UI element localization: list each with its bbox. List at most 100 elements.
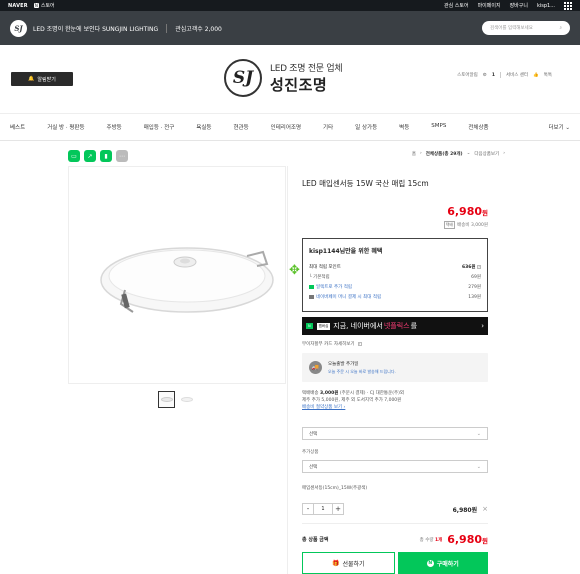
benefit-row[interactable]: 일렉트로 추가 적립 279원 xyxy=(309,284,481,290)
support-link[interactable]: 서비스 센터 xyxy=(506,72,528,78)
alarm-button[interactable]: 🔔 알림받기 xyxy=(11,72,73,86)
nav-item-interior[interactable]: 인테리어조명 xyxy=(271,123,301,131)
nav-item-all[interactable]: 전체상품 xyxy=(468,123,488,131)
total-label: 총 상품 금액 xyxy=(302,537,329,543)
help-icon: ? xyxy=(477,264,481,269)
card-icon xyxy=(309,284,314,289)
npay-icon: N xyxy=(426,559,434,567)
total-row: 총 상품 금액 총 수량 1개 6,980 원 xyxy=(302,533,488,546)
column-divider xyxy=(287,166,288,574)
benefit-box: kisp1144님만을 위한 혜택 최대 적립 포인트 636원 ? └ 기본적… xyxy=(302,238,488,312)
shipping-saving-link[interactable]: 배송비 절약상품 보기 › xyxy=(302,404,488,411)
nav-item-etc[interactable]: 기타 xyxy=(323,123,333,131)
more-icon[interactable]: ⋯ xyxy=(116,150,128,162)
grid-icon[interactable] xyxy=(564,1,572,10)
breadcrumb-next[interactable]: 다음상품보기 xyxy=(474,151,499,157)
nav-item-best[interactable]: 베스트 xyxy=(10,123,25,131)
bookmark-icon[interactable]: ▮ xyxy=(100,150,112,162)
store-link[interactable]: N 스토어 xyxy=(33,2,55,9)
thumbnail-2[interactable] xyxy=(178,391,195,408)
nav-item-wall[interactable]: 벽등 xyxy=(399,123,409,131)
nav-item-bath[interactable]: 욕실등 xyxy=(196,123,211,131)
gnb-link-favorite-store[interactable]: 관심 스토어 xyxy=(444,2,469,9)
additional-label: 추가상품 xyxy=(302,450,319,455)
total-amount: 6,980 xyxy=(447,533,483,546)
increase-button[interactable]: + xyxy=(332,503,344,515)
share-icon[interactable]: ↗ xyxy=(84,150,96,162)
product-title: LED 매입센서등 15W 국산 매립 15cm xyxy=(302,179,429,188)
benefit-row[interactable]: 네이버페이 머니 결제 시 최대 적립 139원 xyxy=(309,294,481,300)
product-price: 6,980원 xyxy=(447,205,488,218)
gnb-link-cart[interactable]: 장바구니 xyxy=(510,2,528,9)
chevron-down-icon: ⌄ xyxy=(476,463,481,470)
gnb-link-account[interactable]: kisp1... xyxy=(537,3,555,9)
thumbnail-1[interactable] xyxy=(158,391,175,408)
naver-badge: N xyxy=(306,323,313,329)
store-logo[interactable]: SJ xyxy=(10,19,27,37)
store-label: 스토어 xyxy=(40,3,55,9)
nav-more[interactable]: 더보기 ⌄ xyxy=(548,123,570,131)
downlight-image xyxy=(100,247,274,313)
search-input[interactable]: 검색어를 입력해보세요 ⌕ xyxy=(482,21,570,35)
category-nav: 베스트 거실 방 · 평판등 주방등 매입등 · 전구 욕실등 현관등 인테리어… xyxy=(0,113,580,141)
header-links: 스토어알림 ⚙ 1 서비스 센터 👍 톡톡 xyxy=(457,72,552,78)
membership-badge: 멤버십 xyxy=(316,322,331,330)
chevron-down-icon: ⌄ xyxy=(476,430,481,437)
gift-button[interactable]: 🎁 선물하기 xyxy=(302,552,395,574)
option-select[interactable]: 선택 ⌄ xyxy=(302,427,488,440)
product-image[interactable] xyxy=(68,166,286,384)
move-cursor-icon: ✥ xyxy=(289,263,300,278)
nav-item-smps[interactable]: SMPS xyxy=(431,123,446,131)
nav-item-entrance[interactable]: 현관등 xyxy=(233,123,248,131)
quantity-input[interactable]: 1 xyxy=(314,503,332,515)
chevron-right-icon: › xyxy=(481,322,484,330)
selected-option-name: 매입센서등(15cm)_15W(주광색) xyxy=(302,486,368,491)
talk-link[interactable]: 톡톡 xyxy=(544,72,552,78)
notice-count: 1 xyxy=(491,72,495,78)
store-bar: SJ LED 조명이 한눈에 보인다 SUNGJIN LIGHTING 관심고객… xyxy=(0,11,580,45)
thumb-icon: 👍 xyxy=(533,72,539,78)
quantity-row: - 1 + 6,980원 × xyxy=(302,502,488,516)
buy-button[interactable]: N 구매하기 xyxy=(397,552,488,574)
max-points-row: 최대 적립 포인트 636원 ? xyxy=(309,264,481,270)
price-value: 6,980 xyxy=(447,205,483,218)
naver-logo[interactable]: NAVER xyxy=(8,3,28,9)
breadcrumb-category[interactable]: 전체상품(총 29개) xyxy=(426,151,463,157)
fans-count: 관심고객수 2,000 xyxy=(175,25,222,33)
brand-logo[interactable]: SJ LED 조명 전문 업체 성진조명 xyxy=(224,59,343,97)
category-items: 베스트 거실 방 · 평판등 주방등 매입등 · 전구 욕실등 현관등 인테리어… xyxy=(10,123,489,131)
truck-icon: 🚚 xyxy=(309,361,322,374)
global-nav-bar: NAVER N 스토어 관심 스토어 마이페이지 장바구니 kisp1... xyxy=(0,0,580,11)
share-bar: ▭ ↗ ▮ ⋯ xyxy=(68,150,128,162)
gift-icon: 🎁 xyxy=(331,559,340,567)
delivery-info: 택배배송 3,000원 (주문시 결제) · CJ 대한통운(주)외 제주 추가… xyxy=(302,390,488,411)
notice-link[interactable]: 스토어알림 xyxy=(457,72,478,78)
breadcrumb: 홈 › 전체상품(총 29개) ⌄ 다음상품보기 › xyxy=(411,151,505,157)
brand-subtitle: LED 조명 전문 업체 xyxy=(270,64,343,74)
breadcrumb-home[interactable]: 홈 xyxy=(412,151,416,157)
store-header: 🔔 알림받기 SJ LED 조명 전문 업체 성진조명 스토어알림 ⚙ 1 서비… xyxy=(0,45,580,113)
thumbnail-list xyxy=(158,391,195,408)
help-icon: ? xyxy=(357,342,362,346)
product-info: LED 매입센서등 15W 국산 매립 15cm 6,980원 택배 배송비 3,… xyxy=(302,178,488,411)
gear-icon: ⚙ xyxy=(482,72,487,78)
today-dispatch-box: 🚚 오늘출발 추가일 오늘 주문 시 오늘 바로 발송해 드립니다. xyxy=(302,353,488,382)
decrease-button[interactable]: - xyxy=(302,503,314,515)
nav-item-living[interactable]: 거실 방 · 평판등 xyxy=(47,123,84,131)
nav-item-kitchen[interactable]: 주방등 xyxy=(107,123,122,131)
benefit-title: kisp1144님만을 위한 혜택 xyxy=(309,248,383,255)
nav-item-downlight[interactable]: 매입등 · 전구 xyxy=(144,123,175,131)
shipping-info: 택배 배송비 3,000원 xyxy=(443,221,488,229)
additional-select[interactable]: 선택 ⌄ xyxy=(302,460,488,473)
pay-icon xyxy=(309,294,314,299)
divider xyxy=(166,23,168,33)
nav-item-commercial[interactable]: 일 상가등 xyxy=(355,123,377,131)
store-name[interactable]: LED 조명이 한눈에 보인다 SUNGJIN LIGHTING xyxy=(33,24,158,33)
gnb-link-mypage[interactable]: 마이페이지 xyxy=(478,2,501,9)
brand-mark: SJ xyxy=(224,59,262,97)
remove-icon[interactable]: × xyxy=(482,505,488,513)
search-icon[interactable]: ⌕ xyxy=(559,25,562,31)
promo-banner[interactable]: N 멤버십 지금, 네이버에서 넷플릭스 를 › xyxy=(302,317,488,335)
installment-info[interactable]: 무이자할부 카드 자세히보기? xyxy=(302,341,488,347)
talk-share-icon[interactable]: ▭ xyxy=(68,150,80,162)
